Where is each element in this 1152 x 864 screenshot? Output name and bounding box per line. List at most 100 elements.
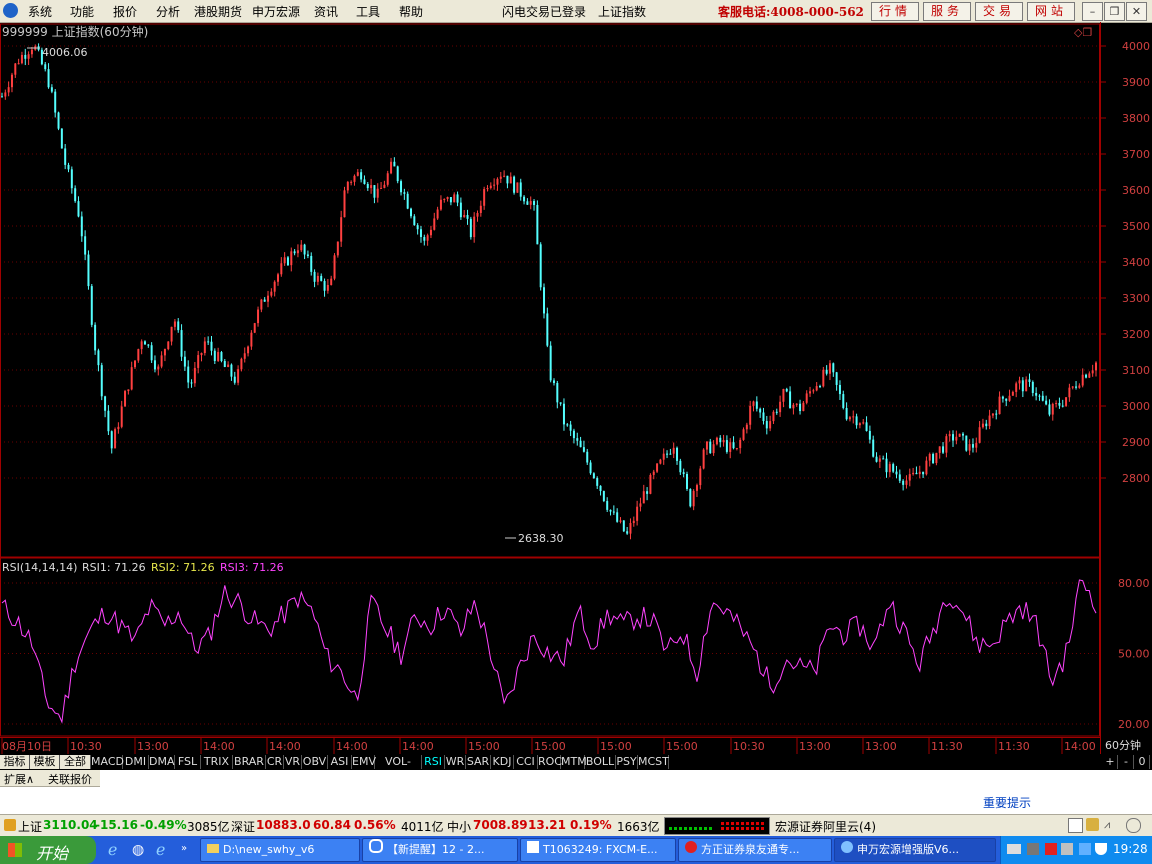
x-axis-label: 14:00 xyxy=(402,740,434,753)
app-icon[interactable] xyxy=(3,3,18,18)
candle-body xyxy=(822,369,825,387)
indicator-tab-trix[interactable]: TRIX xyxy=(201,755,233,769)
indicator-tab-rsi[interactable]: RSI xyxy=(422,755,445,769)
chart-options-icon[interactable]: ◇❐ xyxy=(1074,26,1092,39)
indicator-tab-boll[interactable]: BOLL xyxy=(585,755,616,769)
candle-body xyxy=(80,216,83,237)
candle-body xyxy=(207,341,210,343)
tray-keyboard-icon[interactable] xyxy=(1007,844,1021,854)
indicator-tab-dmi[interactable]: DMI xyxy=(123,755,149,769)
indicator-tab-wr[interactable]: WR xyxy=(445,755,466,769)
candle-body xyxy=(124,391,127,407)
menu-item-hk-futures[interactable]: 港股期货 xyxy=(194,3,242,20)
candle-body xyxy=(835,372,838,385)
candle-body xyxy=(855,416,858,426)
tray-network-icon[interactable] xyxy=(1079,843,1091,855)
status-box-icon[interactable] xyxy=(1068,818,1083,833)
nav-website-button[interactable]: 网站 xyxy=(1027,2,1075,21)
candle-body xyxy=(669,453,672,455)
indicator-tab-vr[interactable]: VR xyxy=(284,755,302,769)
subtab-related-quote[interactable]: 关联报价 xyxy=(48,771,92,787)
candle-body xyxy=(592,473,595,479)
indicator-tab-emv[interactable]: EMV xyxy=(352,755,376,769)
candle-body xyxy=(576,438,579,441)
start-label: 开始 xyxy=(36,844,69,863)
close-icon[interactable]: ✕ xyxy=(1126,2,1147,21)
nav-market-button[interactable]: 行情 xyxy=(871,2,919,21)
kline-y-tick-label: 4000 xyxy=(1122,40,1150,53)
candle-body xyxy=(616,512,619,522)
quicklaunch-ie2-icon[interactable]: ℯ xyxy=(156,841,174,859)
menu-item-info[interactable]: 资讯 xyxy=(314,3,338,20)
menu-item-swhy[interactable]: 申万宏源 xyxy=(252,3,300,20)
subtab-expand[interactable]: 扩展∧ xyxy=(4,771,34,787)
swhy-icon xyxy=(841,841,853,853)
candle-body xyxy=(370,185,373,189)
indicator-tab-cci[interactable]: CCI xyxy=(514,755,538,769)
menu-item-system[interactable]: 系统 xyxy=(28,3,52,20)
tab-right-0[interactable]: + xyxy=(1103,755,1118,769)
quicklaunch-more-icon[interactable]: » xyxy=(181,840,191,858)
quicklaunch-ie-icon[interactable]: ℯ xyxy=(108,841,126,859)
server-name[interactable]: 宏源证券阿里云(4) xyxy=(775,818,876,835)
minimize-icon[interactable]: – xyxy=(1082,2,1103,21)
indicator-tab-fsl[interactable]: FSL xyxy=(175,755,201,769)
indicator-tab-mcst[interactable]: MCST xyxy=(638,755,669,769)
important-notice-link[interactable]: 重要提示 xyxy=(983,794,1031,811)
menu-item-quote[interactable]: 报价 xyxy=(113,3,137,20)
tray-app-icon[interactable] xyxy=(1061,843,1073,855)
start-button[interactable]: 开始 xyxy=(0,836,96,864)
period-label[interactable]: 60分钟 xyxy=(1105,738,1141,752)
candle-body xyxy=(483,189,486,206)
indicator-tab-mtm[interactable]: MTM xyxy=(561,755,587,769)
tab-left-1[interactable]: 模板 xyxy=(30,755,60,769)
indicator-tab-macd[interactable]: MACD xyxy=(91,755,124,769)
menu-item-analysis[interactable]: 分析 xyxy=(156,3,180,20)
task-founder[interactable]: 方正证券泉友通专... xyxy=(678,838,832,862)
menu-item-help[interactable]: 帮助 xyxy=(399,3,423,20)
indicator-tab-asi[interactable]: ASI xyxy=(328,755,352,769)
restore-icon[interactable]: ❐ xyxy=(1104,2,1125,21)
candle-body xyxy=(1028,379,1031,382)
indicator-tab-obv[interactable]: OBV xyxy=(302,755,328,769)
indicator-tab-vol-tdx[interactable]: VOL-TDX xyxy=(375,755,422,782)
nav-trade-button[interactable]: 交易 xyxy=(975,2,1023,21)
nav-service-button[interactable]: 服务 xyxy=(923,2,971,21)
tray-shield-icon[interactable] xyxy=(1095,843,1107,855)
candle-body xyxy=(1095,362,1097,371)
tab-right-2[interactable]: 0 xyxy=(1135,755,1150,769)
tray-hardware-icon[interactable] xyxy=(1027,843,1039,855)
candle-body xyxy=(582,447,585,452)
candle-body xyxy=(699,468,702,486)
tab-left-2[interactable]: 全部 xyxy=(60,755,91,769)
zx-change: 13.21 xyxy=(528,818,566,832)
menu-item-function[interactable]: 功能 xyxy=(70,3,94,20)
lock-icon[interactable] xyxy=(1086,818,1099,831)
signal-icon[interactable]: ⩘ xyxy=(1104,818,1117,831)
clock[interactable]: 19:28 xyxy=(1113,842,1148,856)
task-fxcm[interactable]: T1063249: FXCM-E... xyxy=(520,838,676,862)
candle-body xyxy=(220,352,223,362)
indicator-tab-brar[interactable]: BRAR xyxy=(233,755,266,769)
menu-item-tools[interactable]: 工具 xyxy=(356,3,380,20)
rsi-y-tick-label: 50.00 xyxy=(1118,648,1150,661)
tray-antivirus-icon[interactable] xyxy=(1045,843,1057,855)
indicator-tab-roc[interactable]: ROC xyxy=(538,755,562,769)
candle-body xyxy=(785,388,788,392)
indicator-tab-sar[interactable]: SAR xyxy=(466,755,491,769)
indicator-tab-cr[interactable]: CR xyxy=(266,755,284,769)
task-browser-label: 【新提醒】12 - 2... xyxy=(387,843,485,856)
candle-body xyxy=(732,442,735,449)
task-explorer[interactable]: D:\new_swhy_v6 xyxy=(200,838,360,862)
index-quote-bar: 上证 3110.04 -15.16 -0.49% 3085亿 深证 10883.… xyxy=(0,814,1152,837)
task-browser[interactable]: 【新提醒】12 - 2... xyxy=(362,838,518,862)
indicator-tab-dma[interactable]: DMA xyxy=(149,755,175,769)
tab-left-0[interactable]: 指标 xyxy=(0,755,30,769)
indicator-tab-psy[interactable]: PSY xyxy=(616,755,638,769)
indicator-tab-kdj[interactable]: KDJ xyxy=(491,755,514,769)
kline-chart[interactable]: 4000 3900 3800 3700 3600 3500 3400 3300 3200 3100… xyxy=(0,22,1152,756)
task-swhy[interactable]: 申万宏源增强版V6... xyxy=(834,838,996,862)
settings-icon[interactable] xyxy=(1126,818,1141,833)
quicklaunch-browser-icon[interactable]: ◍ xyxy=(132,841,150,859)
tab-right-1[interactable]: - xyxy=(1119,755,1134,769)
